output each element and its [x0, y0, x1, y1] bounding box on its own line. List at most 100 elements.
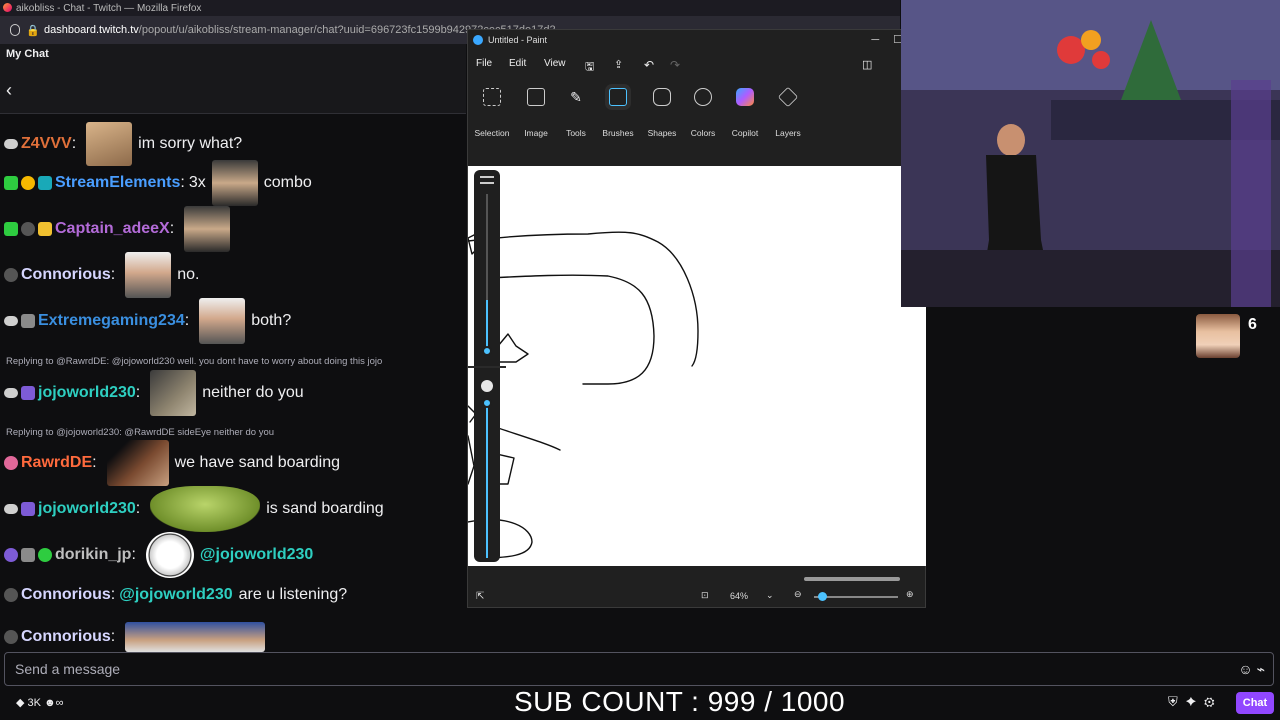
browser-title-bar: aikobliss - Chat - Twitch — Mozilla Fire…	[0, 0, 900, 16]
firefox-icon	[3, 3, 12, 12]
horizontal-scrollbar[interactable]	[804, 577, 900, 581]
dark-badge-icon	[4, 630, 18, 644]
viewer-avatar	[1196, 314, 1240, 358]
viewer-count: 6	[1248, 316, 1257, 333]
chat-username[interactable]: Connorious	[21, 586, 111, 604]
drawing-canvas[interactable]	[468, 166, 926, 566]
check-badge-icon	[4, 222, 18, 236]
save-icon[interactable]: 🖫	[585, 58, 594, 77]
pointing-emote	[106, 440, 169, 486]
paint-menu-bar: File Edit View 🖫 ⇪ ↶ ↷ ◫	[468, 52, 925, 74]
size-lines-icon	[480, 176, 494, 184]
pencil-icon: ✎	[570, 89, 582, 105]
undo-icon[interactable]: ↶	[644, 58, 654, 72]
walter-emote	[125, 252, 172, 298]
chat-username[interactable]: jojoworld230	[38, 500, 136, 518]
gear-icon: ⚙	[1204, 694, 1223, 709]
tool-brushes[interactable]: Brushes	[596, 88, 640, 138]
chat-username[interactable]: jojoworld230	[38, 384, 136, 402]
opacity-drop-icon	[481, 380, 493, 392]
chat-username[interactable]: Z4VVV	[21, 135, 72, 153]
chat-username[interactable]: StreamElements	[55, 174, 180, 192]
chat-message: Connorious: @jojoworld230 are u listenin…	[4, 586, 347, 604]
size-thumb[interactable]	[482, 346, 492, 356]
shield-icon[interactable]	[10, 24, 20, 36]
feedback-icon[interactable]: ◫	[862, 58, 872, 71]
gold-badge-icon	[21, 176, 35, 190]
chat-username[interactable]: Captain_adeeX	[55, 220, 170, 238]
chat-message: StreamElements: 3x combo	[4, 160, 312, 206]
chat-text: 3x	[188, 174, 206, 191]
chat-header: My Chat	[0, 44, 466, 66]
fit-screen-icon[interactable]: ⊡	[701, 590, 709, 601]
check-badge-icon	[4, 176, 18, 190]
walter-emote	[199, 298, 246, 344]
chat-username[interactable]: dorikin_jp	[55, 546, 131, 564]
tool-shapes[interactable]: Shapes	[640, 88, 684, 138]
cloud-badge-icon	[4, 316, 18, 326]
chat-text: is sand boarding	[266, 500, 384, 517]
channel-points[interactable]: ◆ 3K ☻∞	[16, 696, 63, 709]
chat-username[interactable]: Connorious	[21, 628, 111, 646]
zoom-thumb[interactable]	[818, 592, 827, 601]
chat-subheader: ‹	[0, 66, 466, 114]
zoom-out-icon[interactable]: ⊖	[794, 589, 802, 600]
dark-badge-icon	[4, 268, 18, 282]
mod-icon: ✦	[1185, 694, 1205, 709]
copilot-icon	[736, 88, 754, 106]
tool-copilot[interactable]: Copilot	[723, 88, 767, 138]
selection-icon	[483, 88, 501, 106]
chat-username[interactable]: Extremegaming234	[38, 312, 185, 330]
tool-tools[interactable]: ✎ Tools	[554, 88, 598, 138]
chat-message: Extremegaming234: both?	[4, 298, 291, 344]
chat-messages: Z4VVV: im sorry what? StreamElements: 3x…	[0, 114, 466, 652]
menu-view[interactable]: View	[544, 58, 566, 69]
chevron-down-icon[interactable]: ⌄	[766, 590, 774, 601]
shapes-icon	[653, 88, 671, 106]
image-icon	[527, 88, 545, 106]
chat-text: both?	[251, 312, 292, 329]
emote-picker-icon: ☺	[1238, 661, 1253, 677]
zoom-in-icon[interactable]: ⊕	[906, 589, 914, 600]
mention-text[interactable]: @jojoworld230	[119, 586, 232, 604]
alien-badge-icon	[38, 548, 52, 562]
layers-icon	[777, 86, 799, 108]
chat-message: dorikin_jp: @jojoworld230	[4, 532, 313, 578]
chat-text: no.	[177, 266, 200, 283]
back-chevron-icon[interactable]: ‹	[6, 80, 12, 101]
tool-colors[interactable]: Colors	[681, 88, 725, 138]
menu-file[interactable]: File	[476, 58, 492, 69]
diamond-icon: ◆	[16, 697, 25, 709]
purple-badge-icon	[4, 548, 18, 562]
opacity-thumb[interactable]	[482, 398, 492, 408]
paint-status-bar: ⇱ ⊡ 64% ⌄ ⊖ ⊕	[468, 586, 925, 608]
chat-username[interactable]: RawrdDE	[21, 454, 92, 472]
chat-input-icons[interactable]: ☺ ⌁	[1238, 661, 1265, 678]
chat-text: neither do you	[202, 384, 304, 401]
chat-message: jojoworld230: neither do you	[4, 370, 304, 416]
chat-input[interactable]: Send a message ☺ ⌁	[4, 652, 1274, 686]
share-icon[interactable]: ⇪	[614, 58, 623, 71]
webcam-scene	[901, 0, 1280, 307]
reply-context[interactable]: Replying to @RawrdDE: @jojoworld230 well…	[6, 356, 382, 367]
menu-edit[interactable]: Edit	[509, 58, 526, 69]
cloud-badge-icon	[4, 139, 18, 149]
brush-size-slider[interactable]	[468, 170, 506, 562]
pointer-icon[interactable]: ⇱	[476, 591, 484, 602]
chat-message: Connorious:	[4, 622, 271, 652]
chat-username[interactable]: Connorious	[21, 266, 111, 284]
pink-badge-icon	[4, 456, 18, 470]
reply-context[interactable]: Replying to @jojoworld230: @RawrdDE side…	[6, 427, 274, 438]
face-emote	[125, 622, 266, 652]
chat-settings-icons[interactable]: ⛨✦⚙	[1168, 694, 1223, 710]
tool-image[interactable]: Image	[514, 88, 558, 138]
zoom-level[interactable]: 64%	[730, 591, 748, 601]
gift-badge-icon	[21, 314, 35, 328]
chat-send-button[interactable]: Chat	[1236, 692, 1274, 714]
tool-selection[interactable]: Selection	[470, 88, 514, 138]
chat-text: are u listening?	[238, 586, 348, 603]
lock-icon[interactable]: 🔒	[26, 24, 40, 37]
mention-text[interactable]: @jojoworld230	[200, 546, 313, 564]
tool-layers[interactable]: Layers	[766, 86, 810, 138]
redo-icon[interactable]: ↷	[670, 58, 680, 72]
